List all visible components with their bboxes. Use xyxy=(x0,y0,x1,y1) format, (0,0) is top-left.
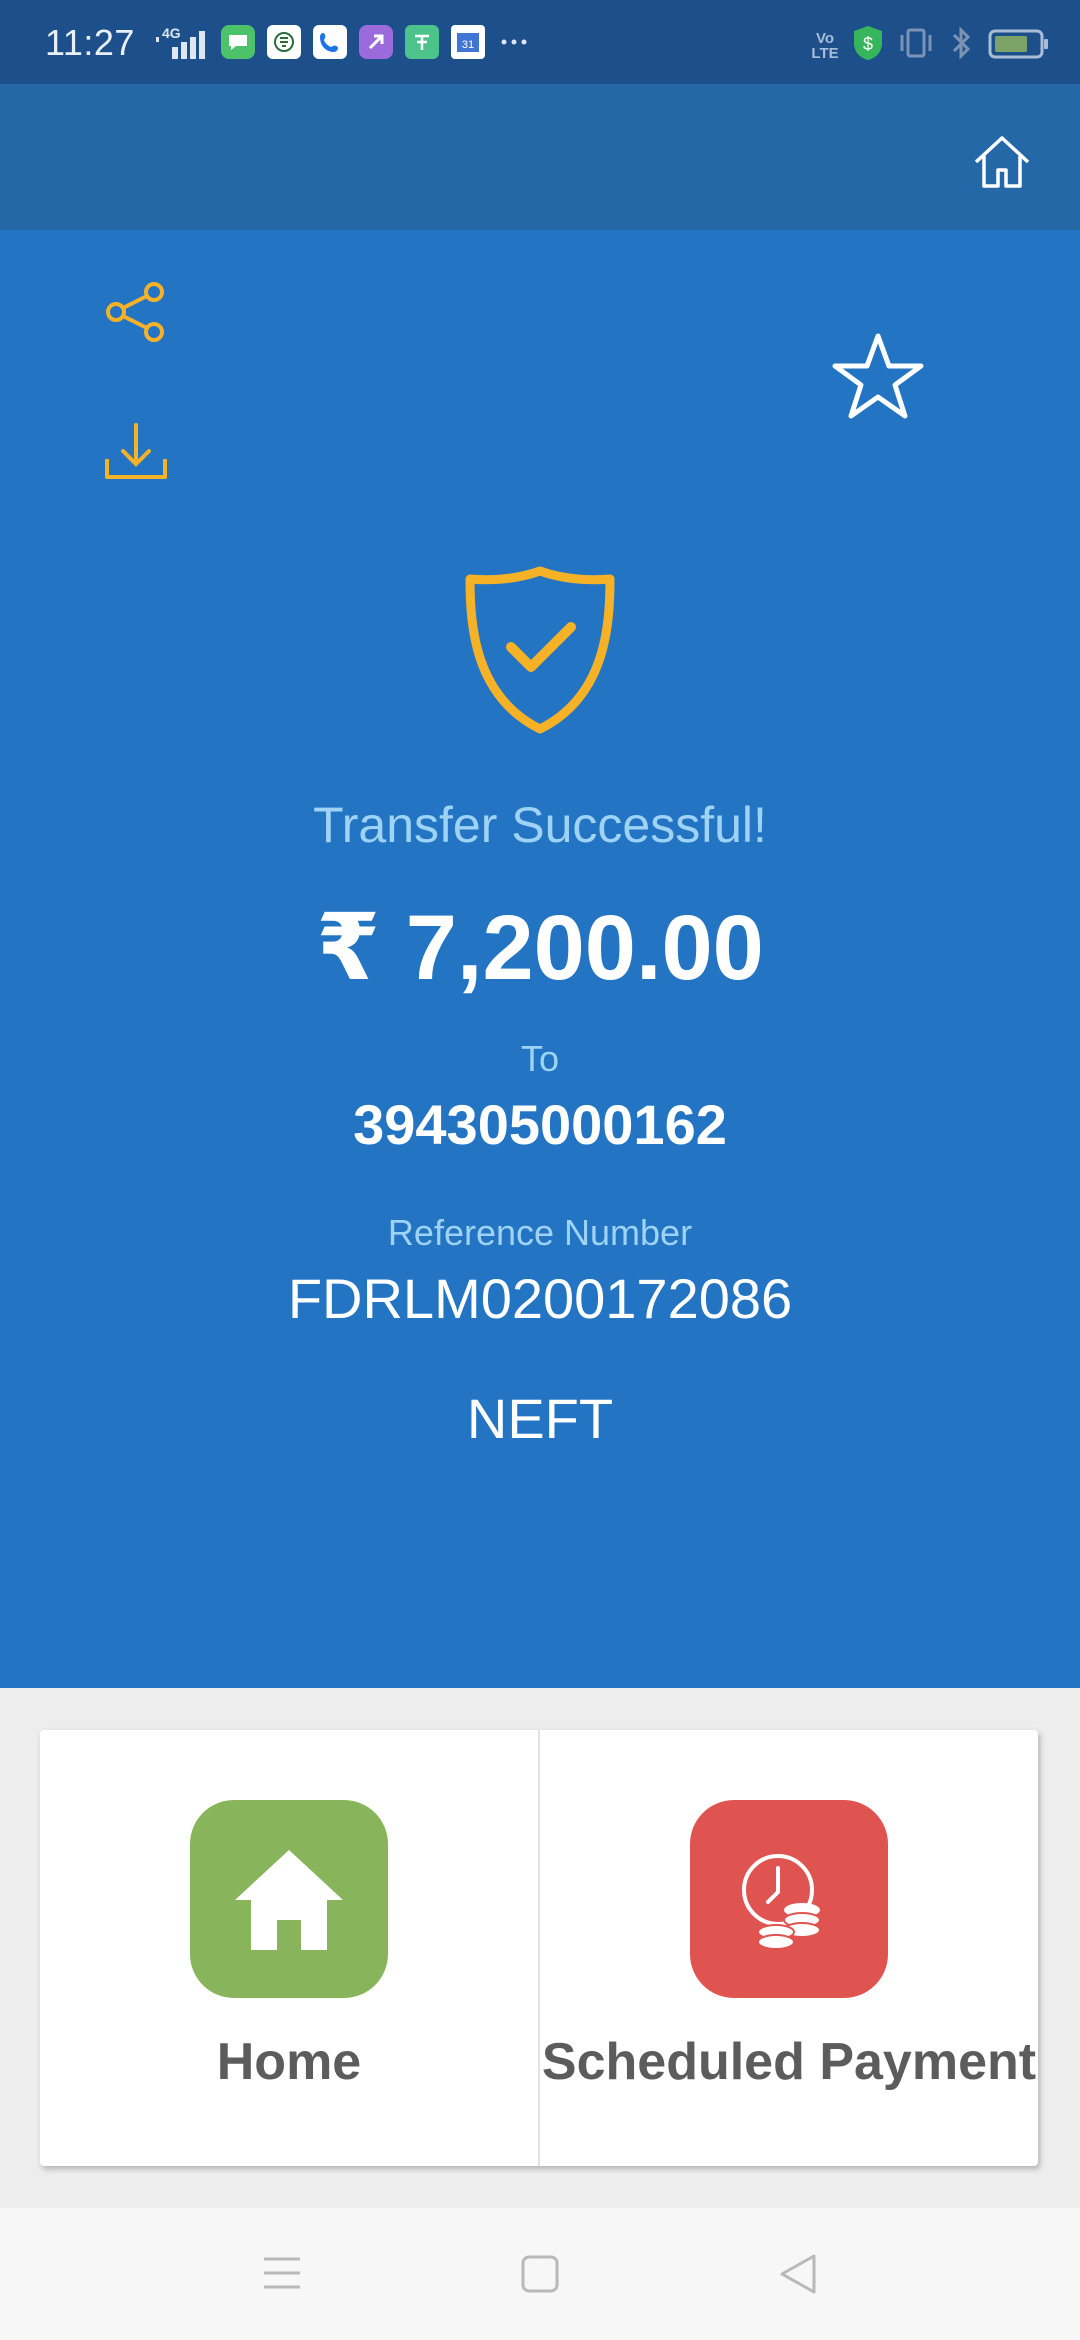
star-outline-icon[interactable] xyxy=(826,326,930,430)
status-bar: 11:27 4G 31 Vo LTE $ xyxy=(0,0,1080,84)
messages-icon xyxy=(220,24,256,65)
reference-label: Reference Number xyxy=(387,1212,693,1253)
to-label: To xyxy=(520,1038,560,1079)
transfer-type: NEFT xyxy=(466,1387,614,1450)
clock-coins-icon xyxy=(690,1800,888,1998)
share-icon[interactable] xyxy=(96,272,176,352)
svg-text:$: $ xyxy=(863,34,873,54)
phone-icon xyxy=(312,24,348,65)
status-right-icons: Vo LTE $ xyxy=(810,24,1050,67)
home-action-tile[interactable]: Home xyxy=(40,1730,538,2166)
svg-text:31: 31 xyxy=(462,39,474,51)
app-icon xyxy=(266,24,302,65)
to-account: 394305000162 xyxy=(353,1093,727,1156)
more-dots-icon xyxy=(496,24,532,65)
home-square-icon[interactable] xyxy=(510,2246,570,2302)
security-icon: $ xyxy=(852,24,884,67)
system-nav-bar xyxy=(0,2208,1080,2340)
app-bar xyxy=(0,84,1080,230)
scheduled-payment-label: Scheduled Payment xyxy=(541,2033,1037,2091)
menu-icon[interactable] xyxy=(252,2248,312,2298)
scheduled-payment-tile[interactable]: Scheduled Payment xyxy=(538,1730,1038,2166)
actions-area: Home Scheduled Payment xyxy=(0,1688,1080,2208)
amount: ₹ 7,200.00 xyxy=(316,897,764,999)
download-icon[interactable] xyxy=(96,414,176,494)
status-text: Transfer Successful! xyxy=(313,797,767,853)
signal-icon: 4G xyxy=(150,24,210,63)
home-outline-icon[interactable] xyxy=(966,126,1038,198)
house-icon xyxy=(190,1800,388,1998)
bluetooth-icon xyxy=(948,25,976,66)
app-icon-2 xyxy=(404,24,440,65)
status-left-icons: 4G 31 xyxy=(150,24,532,65)
shield-check-icon xyxy=(454,564,626,736)
vibrate-icon xyxy=(896,25,936,66)
calendar-icon: 31 xyxy=(450,24,486,65)
actions-card: Home Scheduled Payment xyxy=(40,1730,1038,2166)
network-type-label: 4G xyxy=(162,24,181,41)
home-action-label: Home xyxy=(216,2033,362,2091)
receipt-panel: Transfer Successful! ₹ 7,200.00 To 39430… xyxy=(0,230,1080,1688)
volte-label: Vo LTE xyxy=(811,29,839,62)
shortcut-icon xyxy=(358,24,394,65)
back-triangle-icon[interactable] xyxy=(768,2246,828,2302)
reference-number: FDRLM0200172086 xyxy=(287,1267,793,1330)
battery-icon xyxy=(988,25,1050,66)
status-time: 11:27 xyxy=(45,22,135,63)
